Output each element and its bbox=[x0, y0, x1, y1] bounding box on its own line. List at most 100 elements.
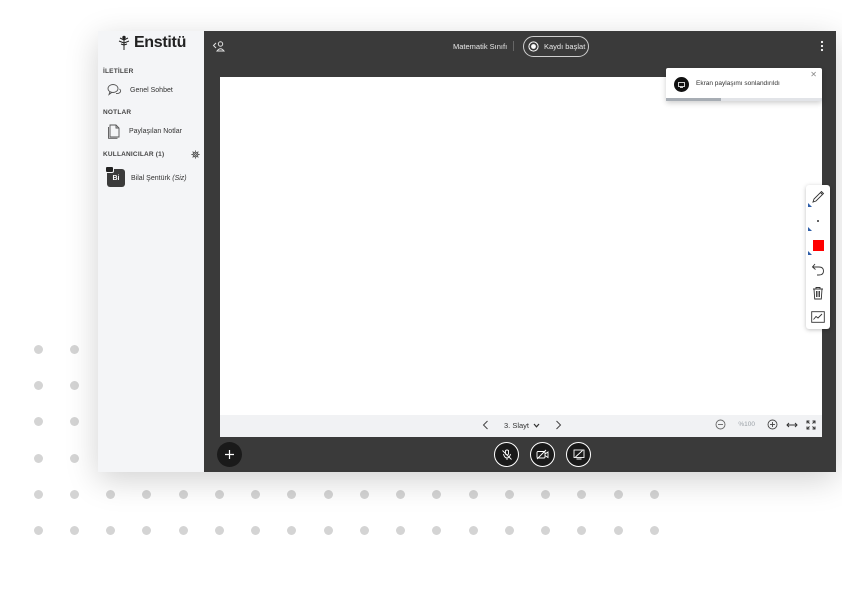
mute-mic-icon bbox=[501, 449, 512, 460]
public-chat-item[interactable]: Genel Sohbet bbox=[98, 79, 204, 101]
gear-icon[interactable] bbox=[191, 150, 200, 159]
multi-user-whiteboard-icon bbox=[811, 311, 825, 323]
share-screen-button[interactable] bbox=[566, 442, 591, 467]
record-icon bbox=[528, 41, 539, 52]
close-icon[interactable]: ✕ bbox=[810, 71, 817, 79]
whiteboard-toolbar bbox=[806, 185, 830, 329]
app-window: Enstitü İLETİLER Genel Sohbet NOTLAR Pay… bbox=[98, 31, 836, 472]
decorative-dot bbox=[324, 526, 333, 535]
user-list-item[interactable]: Bi Bilal Şentürk (Siz) bbox=[98, 166, 204, 189]
public-chat-label: Genel Sohbet bbox=[130, 86, 173, 94]
shared-notes-label: Paylaşılan Notlar bbox=[129, 127, 182, 135]
decorative-dot bbox=[396, 526, 405, 535]
decorative-dot bbox=[614, 526, 623, 535]
tool-submenu-indicator bbox=[808, 251, 812, 255]
pencil-tool-button[interactable] bbox=[806, 185, 830, 209]
undo-button[interactable] bbox=[806, 257, 830, 281]
chevron-down-icon bbox=[533, 423, 540, 428]
zoom-out-icon[interactable] bbox=[715, 419, 726, 430]
toast-message: Ekran paylaşımı sonlandırıldı bbox=[696, 80, 780, 87]
toast-progress-track bbox=[666, 98, 822, 101]
previous-slide-icon[interactable] bbox=[482, 420, 490, 430]
decorative-dot bbox=[179, 490, 188, 499]
brand-logo: Enstitü bbox=[98, 32, 204, 54]
decorative-dot bbox=[142, 490, 151, 499]
thickness-dot-icon bbox=[817, 220, 819, 222]
trash-icon bbox=[813, 287, 823, 300]
decorative-dot bbox=[541, 490, 550, 499]
thickness-button[interactable] bbox=[806, 209, 830, 233]
top-bar: Matematik Sınıfı Kaydı başlat bbox=[204, 31, 836, 61]
decorative-dot bbox=[360, 490, 369, 499]
decorative-dot bbox=[70, 454, 79, 463]
decorative-dot bbox=[577, 526, 586, 535]
slide-label: 3. Slayt bbox=[504, 420, 530, 430]
zoom-controls: %100 bbox=[715, 419, 816, 430]
whiteboard-canvas[interactable] bbox=[220, 77, 822, 415]
start-recording-button[interactable]: Kaydı başlat bbox=[523, 36, 589, 57]
decorative-dot bbox=[541, 526, 550, 535]
media-controls bbox=[494, 442, 591, 467]
tool-submenu-indicator bbox=[808, 227, 812, 231]
pencil-icon bbox=[812, 190, 825, 203]
toast-icon bbox=[674, 77, 689, 92]
decorative-dot bbox=[142, 526, 151, 535]
decorative-dot bbox=[469, 526, 478, 535]
decorative-dot bbox=[650, 490, 659, 499]
more-options-icon[interactable] bbox=[820, 40, 824, 52]
slide-navigation: 3. Slayt bbox=[482, 420, 562, 430]
decorative-dot bbox=[505, 526, 514, 535]
plus-icon bbox=[225, 450, 234, 459]
you-label: (Siz) bbox=[172, 174, 187, 182]
multi-user-whiteboard-button[interactable] bbox=[806, 305, 830, 329]
decorative-dot bbox=[505, 490, 514, 499]
zoom-level[interactable]: %100 bbox=[738, 421, 755, 428]
join-audio-button[interactable] bbox=[494, 442, 519, 467]
brand-name: Enstitü bbox=[133, 34, 187, 51]
decorative-dot bbox=[70, 490, 79, 499]
notes-section-title: NOTLAR bbox=[103, 109, 132, 116]
avatar-initials: Bi bbox=[112, 174, 120, 182]
decorative-dot bbox=[70, 526, 79, 535]
decorative-dot bbox=[34, 345, 43, 354]
slide-select[interactable]: 3. Slayt bbox=[498, 421, 546, 430]
fit-width-icon[interactable] bbox=[786, 421, 798, 429]
share-webcam-button[interactable] bbox=[530, 442, 555, 467]
decorative-dot bbox=[70, 345, 79, 354]
decorative-dot bbox=[179, 526, 188, 535]
users-header: KULLANICILAR (1) bbox=[98, 150, 204, 159]
decorative-dot bbox=[251, 526, 260, 535]
clear-all-button[interactable] bbox=[806, 281, 830, 305]
decorative-dot bbox=[650, 526, 659, 535]
decorative-dot bbox=[34, 526, 43, 535]
users-section-title: KULLANICILAR (1) bbox=[103, 151, 165, 158]
actions-add-button[interactable] bbox=[217, 442, 242, 467]
fullscreen-icon[interactable] bbox=[806, 420, 816, 430]
color-button[interactable] bbox=[806, 233, 830, 257]
decorative-dot bbox=[106, 526, 115, 535]
decorative-dot bbox=[70, 417, 79, 426]
tree-logo-icon bbox=[118, 35, 130, 50]
decorative-dot bbox=[251, 490, 260, 499]
decorative-dot bbox=[34, 417, 43, 426]
toggle-userlist-icon[interactable] bbox=[212, 40, 226, 52]
decorative-dot bbox=[432, 490, 441, 499]
shared-notes-item[interactable]: Paylaşılan Notlar bbox=[98, 120, 204, 142]
meeting-title: Matematik Sınıfı bbox=[453, 42, 508, 51]
decorative-dot bbox=[396, 490, 405, 499]
screen-icon bbox=[678, 81, 685, 88]
zoom-in-icon[interactable] bbox=[767, 419, 778, 430]
decorative-dot bbox=[469, 490, 478, 499]
next-slide-icon[interactable] bbox=[554, 420, 562, 430]
messages-section-title: İLETİLER bbox=[103, 68, 134, 75]
decorative-dot bbox=[287, 490, 296, 499]
decorative-dot bbox=[432, 526, 441, 535]
decorative-dot bbox=[215, 526, 224, 535]
color-swatch bbox=[812, 239, 824, 251]
avatar: Bi bbox=[105, 166, 125, 187]
toast-progress-fill bbox=[666, 98, 721, 101]
page: Enstitü İLETİLER Genel Sohbet NOTLAR Pay… bbox=[0, 0, 842, 590]
sidebar: Enstitü İLETİLER Genel Sohbet NOTLAR Pay… bbox=[98, 31, 204, 472]
undo-icon bbox=[811, 263, 824, 275]
chat-bubbles-icon bbox=[107, 84, 122, 96]
